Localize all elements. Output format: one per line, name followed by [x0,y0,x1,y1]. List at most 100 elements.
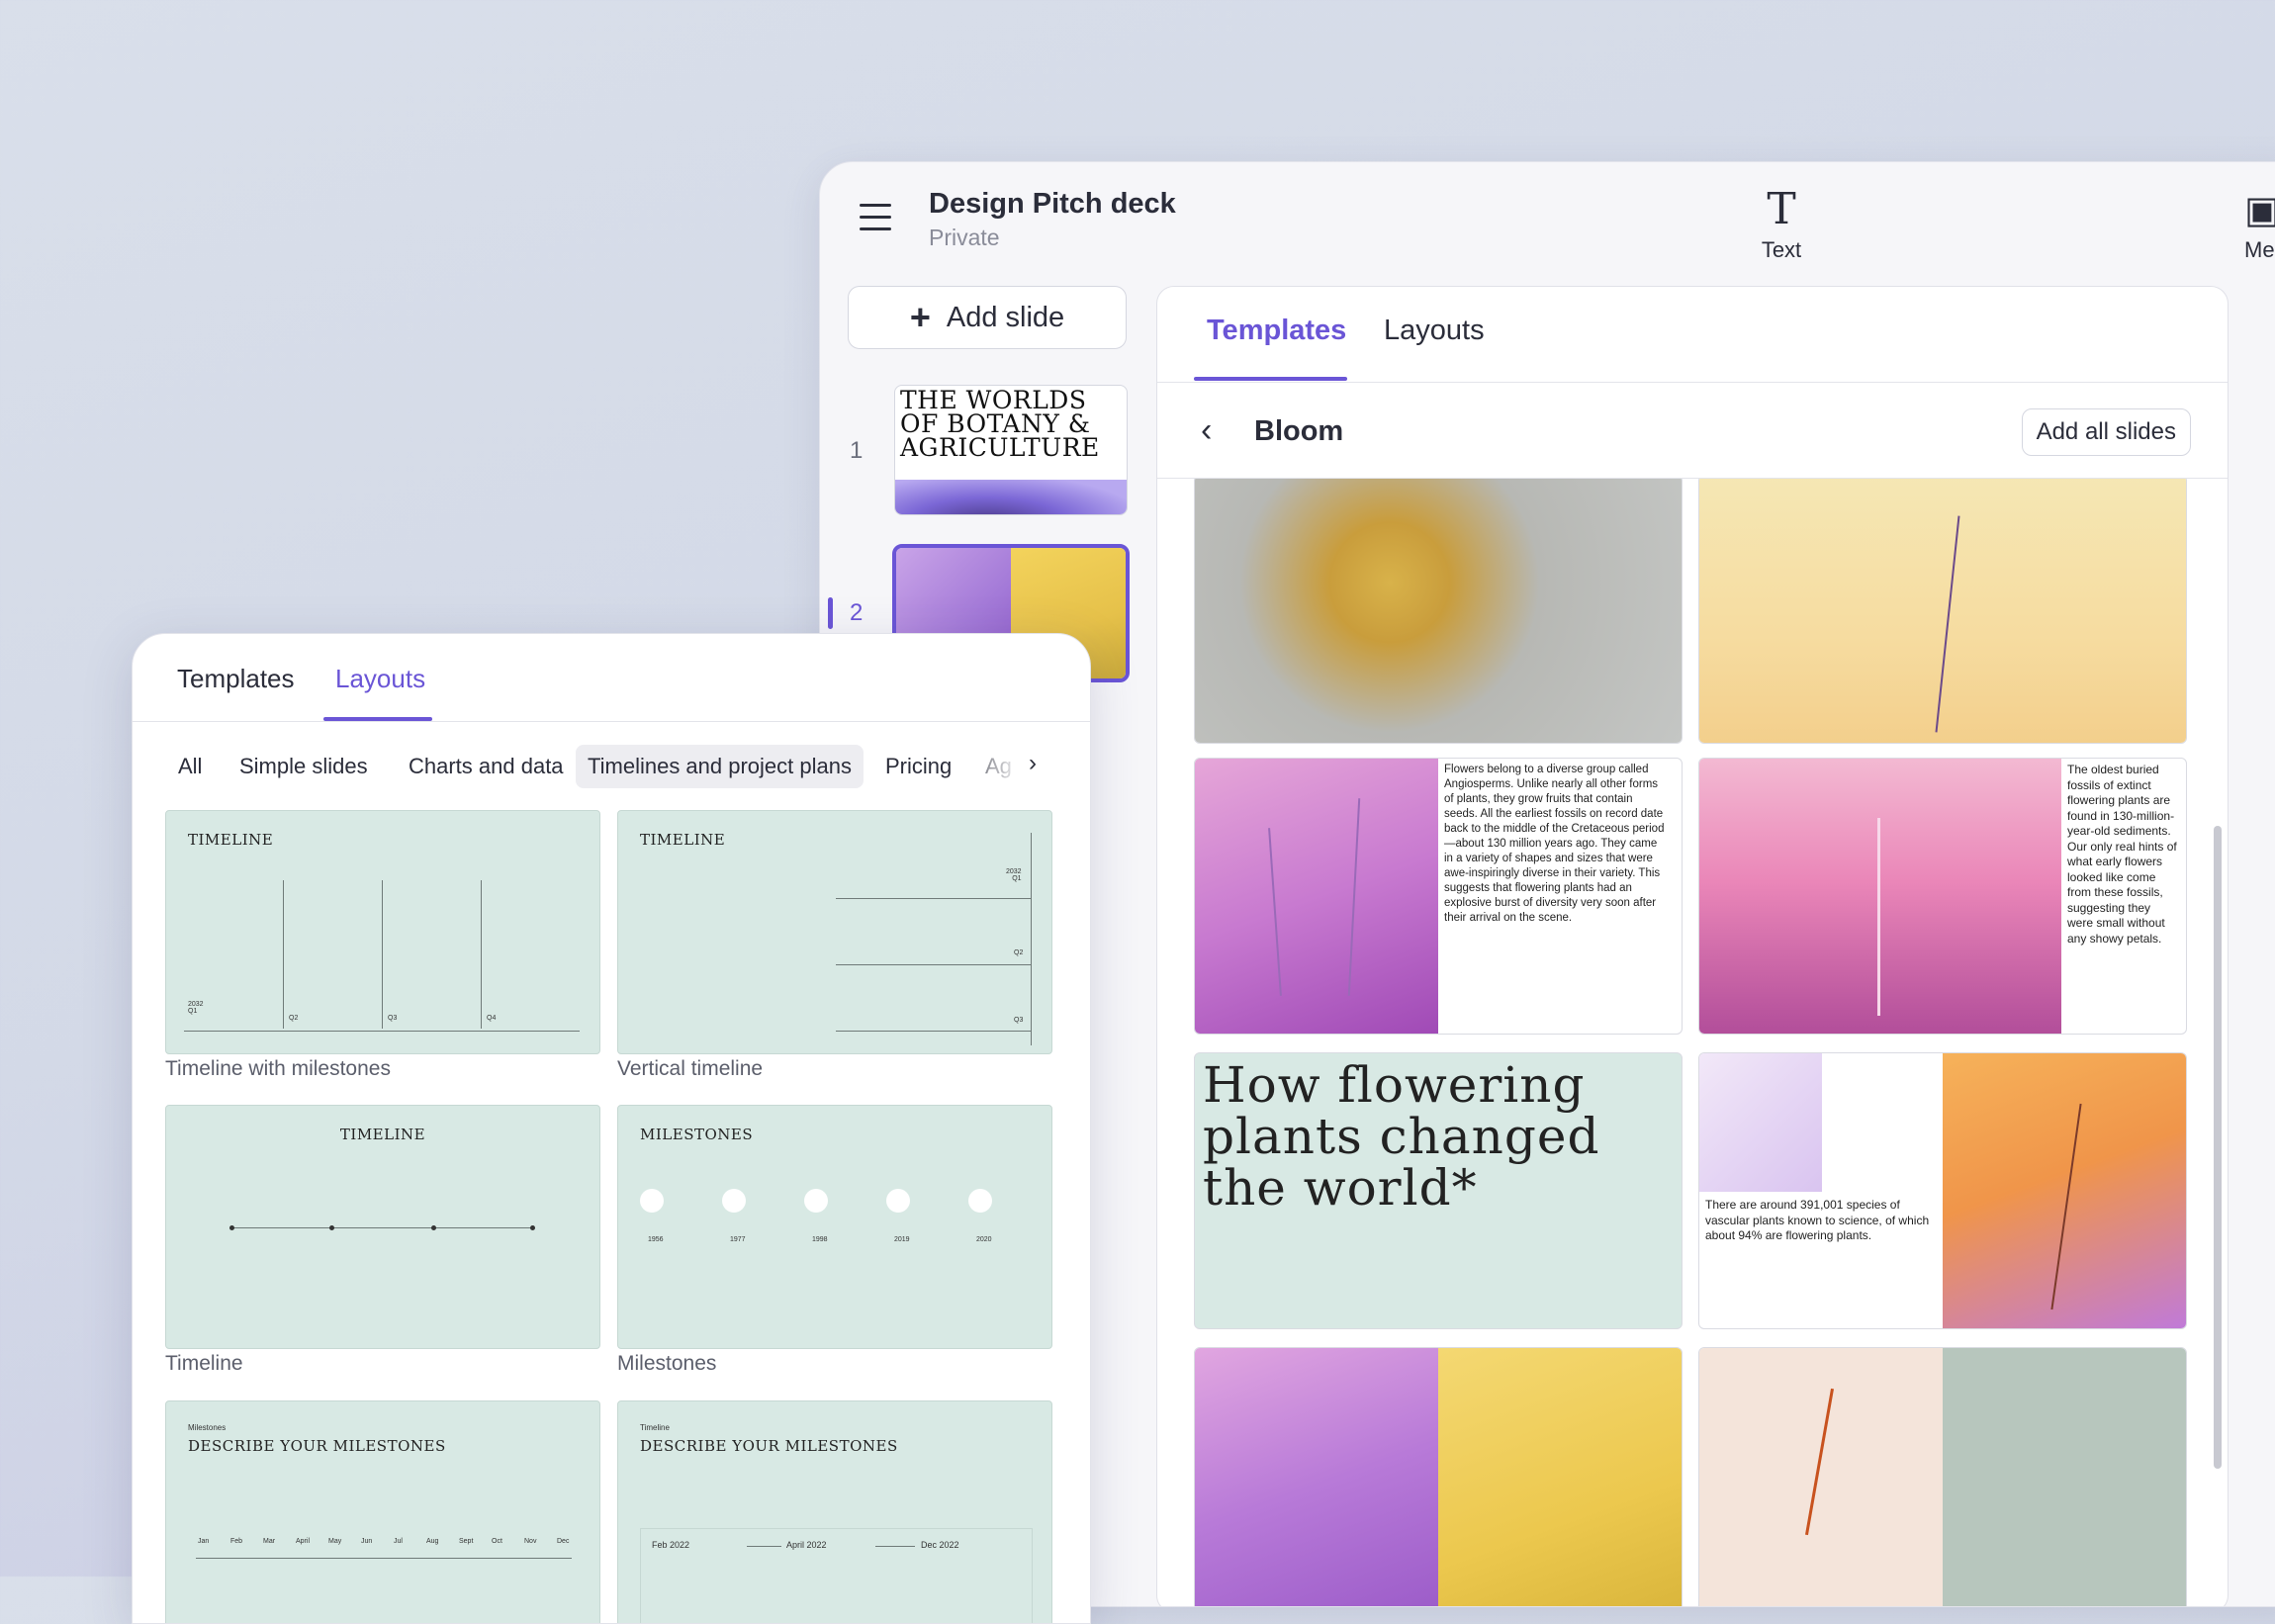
text-tool-button[interactable]: T Text [1732,186,1831,263]
layout-kicker: Milestones [188,1423,227,1432]
text-tool-label: Text [1761,237,1802,262]
month-label: Aug [426,1538,439,1545]
media-icon: ▣ [2244,186,2275,233]
templates-tabbar: Templates Layouts [1157,287,2228,383]
add-all-slides-button[interactable]: Add all slides [2021,408,2191,456]
flower-image [1943,1053,2186,1328]
template-card[interactable] [1194,479,1683,744]
divider [836,964,1031,965]
slide-number: 1 [850,437,864,464]
divider [196,1558,572,1559]
media-tool-label: Me [2244,237,2275,262]
breadcrumb: ‹ Bloom Add all slides [1157,383,2228,479]
layout-card-timeline-describe[interactable]: Timeline DESCRIBE YOUR MILESTONES Feb 20… [617,1400,1052,1623]
layout-card-timeline[interactable]: TIMELINE [165,1105,600,1349]
tab-templates[interactable]: Templates [177,664,295,694]
divider [1031,833,1032,1045]
milestone-year: 1956 [648,1236,664,1243]
date-label: Dec 2022 [921,1540,959,1550]
layout-card-vertical-timeline[interactable]: TIMELINE 2032 Q1 Q2 Q3 [617,810,1052,1054]
flower-image [1943,1348,2186,1606]
template-card[interactable] [1698,1347,2187,1606]
template-card[interactable] [1194,1347,1683,1606]
milestone-marker [640,1189,664,1213]
month-label: Oct [492,1538,502,1545]
tick-label: 2032 Q1 [188,1001,204,1015]
template-body-text: Flowers belong to a diverse group called… [1444,764,1665,924]
month-label: Jan [198,1538,210,1545]
layout-heading: DESCRIBE YOUR MILESTONES [188,1437,446,1455]
month-label: Jul [394,1538,403,1545]
filter-all[interactable]: All [166,745,214,788]
chevron-right-icon[interactable]: › [1029,750,1037,777]
tab-templates[interactable]: Templates [1207,315,1346,347]
flower-image [1438,1348,1682,1606]
layout-card-milestones[interactable]: MILESTONES 1956 1977 1998 2019 2020 [617,1105,1052,1349]
flower-image [1699,1053,1822,1192]
month-label: Mar [263,1538,276,1545]
layout-caption: Vertical timeline [617,1057,764,1080]
layouts-panel: Templates Layouts All Simple slides Char… [132,633,1091,1624]
active-slide-indicator [828,597,833,629]
template-headline: How flowering plants changed the world* [1203,1056,1600,1217]
media-tool-button[interactable]: ▣ Me [2244,186,2275,263]
divider [836,1031,1031,1032]
slide-thumbnail-title: THE WORLDS OF BOTANY & AGRICULTURE [900,386,1100,462]
template-card[interactable]: The oldest buried fossils of extinct flo… [1698,758,2187,1035]
tick-label: 2032 Q1 [1006,868,1022,882]
month-label: Dec [557,1538,570,1545]
text-icon: T [1767,184,1796,234]
layout-caption: Timeline [165,1352,243,1375]
back-chevron-icon[interactable]: ‹ [1201,413,1212,447]
slide-thumbnail-1[interactable]: THE WORLDS OF BOTANY & AGRICULTURE [894,385,1128,515]
menu-icon[interactable] [860,204,891,233]
add-slide-button[interactable]: + Add slide [848,286,1127,349]
tab-layouts[interactable]: Layouts [1384,315,1485,347]
layout-heading: MILESTONES [640,1126,754,1143]
divider [133,721,1090,722]
milestone-year: 1998 [812,1236,828,1243]
filter-pricing[interactable]: Pricing [873,745,963,788]
flower-image [1699,1348,1943,1606]
template-body-text: There are around 391,001 species of vasc… [1705,1198,1930,1242]
filter-simple-slides[interactable]: Simple slides [228,745,380,788]
template-card[interactable]: There are around 391,001 species of vasc… [1698,1052,2187,1329]
active-tab-indicator [1194,377,1347,381]
month-label: Nov [524,1538,537,1545]
templates-panel: Templates Layouts ‹ Bloom Add all slides [1156,286,2229,1606]
plus-icon: + [909,297,931,337]
template-card[interactable]: How flowering plants changed the world* [1194,1052,1683,1329]
filter-charts-and-data[interactable]: Charts and data [397,745,576,788]
template-card[interactable] [1698,479,2187,744]
flower-image [1699,759,2061,1034]
layout-caption: Timeline with milestones [165,1057,391,1080]
layout-heading: DESCRIBE YOUR MILESTONES [640,1437,898,1455]
template-card[interactable]: Flowers belong to a diverse group called… [1194,758,1683,1035]
milestone-marker [968,1189,992,1213]
tab-layouts[interactable]: Layouts [335,664,425,694]
layout-heading: TIMELINE [339,1126,426,1143]
template-body-text: The oldest buried fossils of extinct flo… [2067,763,2177,946]
month-label: Feb [230,1538,243,1545]
timeline-dot [431,1225,436,1230]
layout-heading: TIMELINE [188,831,274,849]
timeline-dot [329,1225,334,1230]
layout-card-timeline-milestones[interactable]: TIMELINE 2032 Q1 Q2 Q3 Q4 [165,810,600,1054]
layout-card-milestones-calendar[interactable]: Milestones DESCRIBE YOUR MILESTONES Jan … [165,1400,600,1623]
divider [382,880,383,1029]
filter-timelines[interactable]: Timelines and project plans [576,745,864,788]
document-title[interactable]: Design Pitch deck [929,188,1176,221]
divider [481,880,482,1029]
milestone-marker [722,1189,746,1213]
month-label: April [296,1538,311,1545]
milestone-marker [804,1189,828,1213]
template-grid: Flowers belong to a diverse group called… [1157,479,2228,1606]
flower-image [1699,479,2186,743]
overflow-fade [954,743,1023,792]
month-label: Sept [459,1538,474,1545]
milestone-year: 1977 [730,1236,746,1243]
tick-label: Q2 [1014,949,1024,956]
layout-heading: TIMELINE [640,831,726,849]
flower-image [1195,479,1682,743]
scrollbar[interactable] [2214,826,2222,1469]
